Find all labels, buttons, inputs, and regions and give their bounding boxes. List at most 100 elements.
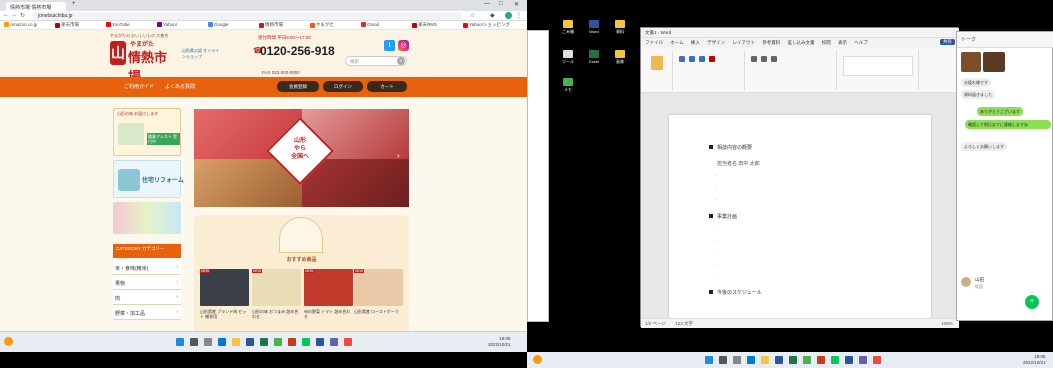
- site-logo[interactable]: やまがたの おいしいもの 大集合 山 やまがた 情熱市場: [108, 33, 178, 85]
- url-input[interactable]: jonetsuichiba.jp: [32, 12, 462, 20]
- edge-icon[interactable]: [218, 338, 226, 346]
- clock[interactable]: 18:05 2022/10/21: [1023, 354, 1046, 366]
- minimize-button[interactable]: —: [484, 1, 490, 7]
- teams-icon[interactable]: [330, 338, 338, 346]
- app-icon[interactable]: [873, 356, 881, 364]
- nav-link-guide[interactable]: ご利用ガイド: [124, 83, 154, 90]
- bookmark-item[interactable]: Yahoo!ショッピング: [463, 22, 510, 28]
- bookmark-item[interactable]: Google: [208, 22, 229, 27]
- task-view-icon[interactable]: [733, 356, 741, 364]
- explorer-icon[interactable]: [232, 338, 240, 346]
- powerpoint-icon[interactable]: [817, 356, 825, 364]
- desktop-icon[interactable]: 画像: [611, 50, 629, 65]
- banner-reform[interactable]: 住宅リフォーム: [113, 160, 184, 198]
- carousel-next-icon[interactable]: ›: [397, 151, 400, 160]
- forward-icon[interactable]: →: [11, 12, 17, 18]
- bookmark-item[interactable]: Gmail: [361, 22, 379, 27]
- tab-design[interactable]: デザイン: [707, 40, 725, 45]
- task-view-icon[interactable]: [204, 338, 212, 346]
- paste-icon[interactable]: [651, 56, 663, 70]
- bookmark-item[interactable]: やまがた: [310, 22, 334, 28]
- zoom-level[interactable]: 100%: [941, 321, 953, 326]
- tab-help[interactable]: ヘルプ: [854, 40, 868, 45]
- mail-icon[interactable]: [246, 338, 254, 346]
- styles-gallery[interactable]: [843, 56, 913, 76]
- tab-review[interactable]: 校閲: [822, 40, 831, 45]
- tab-home[interactable]: ホーム: [670, 40, 683, 45]
- explorer-icon[interactable]: [761, 356, 769, 364]
- clock[interactable]: 18:05 2022/10/21: [488, 336, 511, 348]
- desktop-icon[interactable]: 資料: [611, 20, 629, 35]
- word-icon[interactable]: [845, 356, 853, 364]
- start-icon[interactable]: [705, 356, 713, 364]
- weather-icon[interactable]: [4, 337, 13, 346]
- instagram-icon[interactable]: ◎: [398, 40, 409, 51]
- bookmark-item[interactable]: YouTube: [106, 22, 130, 27]
- extensions-icon[interactable]: ◆: [490, 12, 495, 19]
- banner-drinks[interactable]: [113, 202, 181, 234]
- nav-link-faq[interactable]: よくある質問: [165, 83, 195, 90]
- product-card[interactable]: NEW 山形の味 おつまみ 詰め合わせ: [252, 269, 301, 325]
- maximize-button[interactable]: □: [499, 1, 503, 7]
- desktop-icon[interactable]: Word: [585, 20, 603, 34]
- cart-button[interactable]: カート: [367, 81, 407, 92]
- banner-farm-assist[interactable]: 山形の味 お届けします 農業アシスト 受付中: [113, 108, 181, 156]
- overlapping-window[interactable]: [527, 30, 549, 322]
- bold-icon[interactable]: [679, 56, 685, 62]
- line-icon[interactable]: [302, 338, 310, 346]
- tab-references[interactable]: 参考資料: [762, 40, 780, 45]
- teams-icon[interactable]: [859, 356, 867, 364]
- desktop-icon[interactable]: ごみ箱: [559, 20, 577, 35]
- app-icon[interactable]: [344, 338, 352, 346]
- excel-icon[interactable]: [260, 338, 268, 346]
- close-button[interactable]: ✕: [514, 1, 519, 8]
- category-item[interactable]: 米・食味(精米) ›: [113, 260, 181, 275]
- italic-icon[interactable]: [689, 56, 695, 62]
- powerpoint-icon[interactable]: [288, 338, 296, 346]
- underline-icon[interactable]: [699, 56, 705, 62]
- bullets-icon[interactable]: [751, 56, 757, 62]
- tab-mailings[interactable]: 差し込み文書: [787, 40, 814, 45]
- product-card[interactable]: NEW 山形県産 ローストポーク: [354, 269, 403, 325]
- chat-shared-image[interactable]: [983, 52, 1005, 72]
- star-icon[interactable]: ☆: [470, 12, 475, 19]
- align-left-icon[interactable]: [771, 56, 777, 62]
- bookmark-item[interactable]: Yahoo!: [157, 22, 177, 27]
- font-color-icon[interactable]: [709, 56, 715, 62]
- tab-file[interactable]: ファイル: [645, 40, 663, 45]
- chrome-icon[interactable]: [274, 338, 282, 346]
- tab-layout[interactable]: レイアウト: [732, 40, 755, 45]
- word-icon[interactable]: [316, 338, 324, 346]
- category-item[interactable]: 果物 ›: [113, 275, 181, 290]
- numbering-icon[interactable]: [761, 56, 767, 62]
- search-icon[interactable]: [190, 338, 198, 346]
- bookmark-item[interactable]: 楽天市場: [55, 22, 79, 28]
- category-item[interactable]: 肉 ›: [113, 290, 181, 305]
- chrome-icon[interactable]: [803, 356, 811, 364]
- register-button[interactable]: 会員登録: [277, 81, 319, 92]
- profile-avatar[interactable]: [505, 12, 512, 19]
- start-icon[interactable]: [176, 338, 184, 346]
- tab-view[interactable]: 表示: [838, 40, 847, 45]
- chat-add-button[interactable]: +: [1025, 295, 1039, 309]
- bookmark-item[interactable]: Amazon.co.jp: [4, 22, 37, 27]
- reload-icon[interactable]: ↻: [20, 12, 25, 19]
- tab-insert[interactable]: 挿入: [691, 40, 700, 45]
- login-button[interactable]: ログイン: [323, 81, 363, 92]
- weather-icon[interactable]: [533, 355, 542, 364]
- bookmark-item[interactable]: 楽天RMS: [412, 22, 437, 28]
- browser-tab[interactable]: 情熱市場 情熱市場: [6, 2, 66, 11]
- search-icon[interactable]: ⌕: [397, 57, 405, 65]
- twitter-icon[interactable]: t: [384, 40, 395, 51]
- desktop-icon[interactable]: メモ: [559, 78, 577, 93]
- phone-number[interactable]: 0120-256-918: [260, 44, 335, 58]
- menu-icon[interactable]: ⋮: [516, 12, 522, 19]
- product-card[interactable]: NEW 旬の野菜 トマト 詰め合わせ: [304, 269, 353, 325]
- desktop-icon[interactable]: ツール: [559, 50, 577, 65]
- edge-icon[interactable]: [747, 356, 755, 364]
- product-card[interactable]: NEW 山形県産 ブランド肉 セット 贈答用: [200, 269, 249, 325]
- category-item[interactable]: 野菜・加工品 ›: [113, 305, 181, 320]
- bookmark-item[interactable]: 情熱市場: [259, 22, 283, 28]
- share-button[interactable]: 共有: [940, 39, 955, 45]
- hero-carousel[interactable]: 山形 やら 全国へ ›: [194, 109, 409, 207]
